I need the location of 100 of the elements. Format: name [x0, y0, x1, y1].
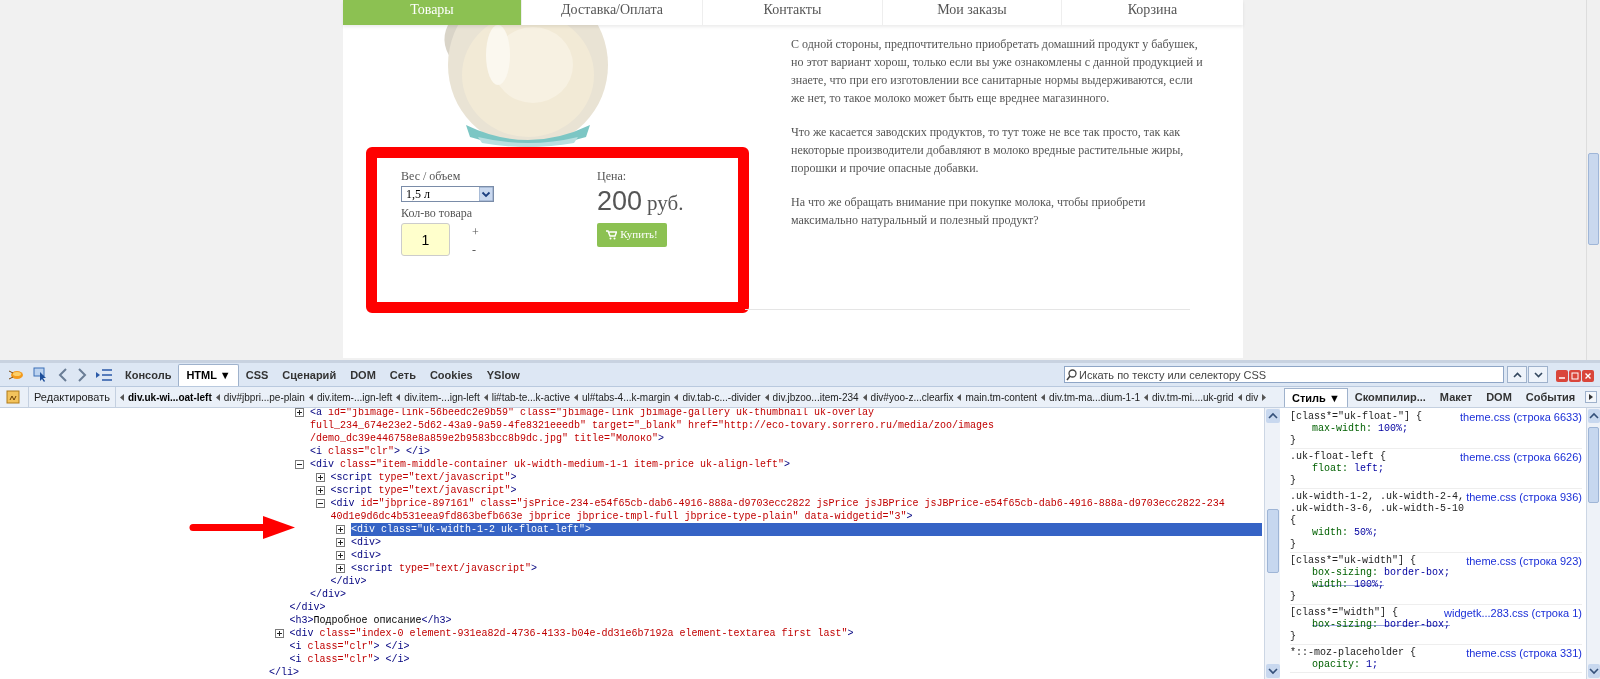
paragraph: На что же обращать внимание при покупке молока, чтобы приобрети максимально натуральный и полезный продукт? [791, 194, 1146, 229]
minimize-icon[interactable] [1556, 370, 1568, 382]
html-node[interactable]: <script type="text/javascript"> [351, 562, 1264, 575]
html-node[interactable]: <div> [351, 549, 1264, 562]
toolbar-tab[interactable]: Сеть [382, 364, 423, 386]
source-link[interactable]: theme.css (строка 936) [1466, 491, 1582, 503]
toolbar-tab[interactable]: DOM [343, 364, 383, 386]
scroll-thumb[interactable] [1266, 509, 1279, 573]
more-icon[interactable] [1262, 393, 1267, 401]
overflow-icon[interactable] [1585, 391, 1597, 403]
html-node[interactable]: <div> [351, 536, 1264, 549]
panel-tab[interactable]: Стиль ▼ [1284, 388, 1348, 407]
css-selector: .uk-width-3-6, .uk-width-5-10 [1290, 503, 1465, 515]
css-property: box-sizing: border-box; [1311, 567, 1451, 579]
toolbar-tab[interactable]: Консоль [118, 364, 179, 386]
html-node[interactable]: <div class="item-middle-container uk-width-medium-1-1 item-price uk-align-left"> [310, 458, 1264, 471]
volume-select[interactable]: 1,5 л [401, 186, 494, 202]
restore-icon[interactable] [1569, 370, 1581, 382]
breadcrumb[interactable]: div.tm-ma...dium-1-1 [1048, 389, 1142, 405]
back-icon[interactable] [58, 367, 68, 382]
breadcrumb[interactable]: div [1244, 389, 1260, 405]
scrollbar[interactable] [1264, 408, 1280, 679]
closing-tag: </div> [289, 601, 1264, 614]
breadcrumb[interactable]: div#yoo-z...clearfix [869, 389, 955, 405]
html-node[interactable]: <i class="clr"> </i> [289, 653, 1264, 666]
decrement-button[interactable]: - [472, 241, 479, 259]
html-node[interactable]: <i class="clr"> </i> [310, 445, 1264, 458]
toolbar-tab[interactable]: HTML ▼ [178, 364, 239, 386]
html-node[interactable]: <a id="jbimage-link-56beedc2e9b59" class="jbimage-link jbimage-gallery uk-thumbnail uk-overlay full_234_674e23e2-5d62-43a9-9a59-4fe8321eeedb" target="_blank" href="http://eco-tovary.sorrero.ru/media/zoo/images /demo_dc39e446758e8a859e2b9583bcc8b9dc.jpg" title="Молоко"> [310, 408, 1264, 445]
down-icon[interactable] [1265, 664, 1280, 678]
html-node[interactable]: <script type="text/javascript"> [330, 471, 1264, 484]
close-icon[interactable] [1582, 370, 1594, 382]
panel-tab[interactable]: События [1518, 388, 1583, 407]
html-node[interactable]: <div class="index-0 element-931ea82d-4736-4133-b04e-dd31e6b7192a element-textarea first last"> [289, 627, 1264, 640]
scroll-thumb[interactable] [1588, 153, 1599, 245]
down-icon[interactable] [1587, 664, 1600, 678]
previous-button[interactable] [1507, 366, 1527, 383]
scrollbar[interactable] [1586, 0, 1600, 360]
html-node[interactable]: <div id="jbprice-897161" class="jsPrice-234-e54f65cb-dab6-4916-888a-d9703ecc2822 jsPrice jsJBPrice jsJBPrice-e54f65cb-dab6-4916-888a-d9703ecc2822-234 40d1e9d6dc4b531eea9fd863befb663e jbprice jbprice-tmpl-full jbprice-type-plain" data-widgetid="3"> [330, 497, 1264, 523]
breadcrumb[interactable]: div.jbzoo...item-234 [771, 389, 860, 405]
bug-icon[interactable] [8, 368, 24, 381]
toolbar-tab[interactable]: CSS [238, 364, 276, 386]
expand-icon[interactable] [336, 564, 345, 573]
breadcrumb[interactable]: div.uk-wi...oat-left [127, 389, 213, 405]
html-node[interactable]: <i class="clr"> </i> [289, 640, 1264, 653]
collapse-icon[interactable] [315, 499, 325, 508]
list-icon[interactable] [96, 368, 112, 381]
increment-button[interactable]: + [472, 223, 479, 241]
scrollbar[interactable] [1586, 408, 1600, 679]
breadcrumb[interactable]: div.item-...ign-left [315, 389, 394, 405]
panel-tab[interactable]: Скомпилир... [1347, 388, 1433, 407]
separator-icon [862, 393, 867, 401]
up-icon[interactable] [1265, 409, 1280, 423]
panel-tab[interactable]: DOM [1479, 388, 1519, 407]
breadcrumb[interactable]: ul#tabs-4...k-margin [581, 389, 672, 405]
breadcrumb[interactable]: div.tm-mi....uk-grid [1151, 389, 1235, 405]
scroll-thumb[interactable] [1588, 427, 1599, 503]
collapse-icon[interactable] [295, 460, 304, 469]
closing-tag: </div> [310, 588, 1264, 601]
nav-tab[interactable]: Контакты [702, 0, 882, 25]
breadcrumb[interactable]: main.tm-content [964, 389, 1039, 405]
html-node[interactable]: <div class="uk-width-1-2 uk-float-left"> [351, 523, 1262, 536]
css-property: max-width: 100%; [1311, 423, 1409, 435]
breadcrumb[interactable]: li#tab-te...k-active [490, 389, 572, 405]
breadcrumb[interactable]: div.tab-c...-divider [681, 389, 762, 405]
source-link[interactable]: theme.css (строка 6626) [1460, 451, 1582, 463]
expand-icon[interactable] [336, 551, 345, 560]
expand-icon[interactable] [295, 408, 304, 417]
html-node[interactable]: <script type="text/javascript"> [330, 484, 1264, 497]
separator-icon [1041, 393, 1046, 401]
nav-tab[interactable]: Мои заказы [882, 0, 1061, 25]
edit-icon[interactable] [6, 390, 20, 404]
source-link[interactable]: theme.css (строка 923) [1466, 555, 1582, 567]
expand-icon[interactable] [315, 473, 325, 482]
toolbar-tab[interactable]: Cookies [422, 364, 480, 386]
source-link[interactable]: widgetk...283.css (строка 1) [1444, 607, 1582, 619]
source-link[interactable]: theme.css (строка 6633) [1460, 411, 1582, 423]
forward-icon[interactable] [77, 367, 87, 382]
up-icon[interactable] [1587, 409, 1600, 423]
edit-button[interactable]: Редактировать [28, 387, 116, 407]
expand-icon[interactable] [336, 538, 345, 547]
search-field[interactable]: Искать по тексту или селектору CSS [1064, 366, 1504, 383]
cart-icon [606, 229, 618, 240]
breadcrumb[interactable]: div.item-...ign-left [403, 389, 481, 405]
toolbar-tab[interactable]: YSlow [479, 364, 527, 386]
source-link[interactable]: theme.css (строка 331) [1466, 647, 1582, 659]
expand-icon[interactable] [315, 486, 325, 495]
css-selector: [class*="uk-width"] { [1290, 555, 1417, 567]
toolbar-tab[interactable]: Сценарий [275, 364, 344, 386]
html-node[interactable]: <h3>Подробное описание</h3> [289, 614, 1264, 627]
nav-tab[interactable]: Доставка/Оплата [521, 0, 702, 25]
nav-tab[interactable]: Корзина [1061, 0, 1243, 25]
breadcrumb[interactable]: div#jbpri...pe-plain [222, 389, 306, 405]
next-button[interactable] [1528, 366, 1548, 383]
panel-tab[interactable]: Макет [1432, 388, 1480, 407]
inspect-icon[interactable] [33, 367, 49, 382]
expand-icon[interactable] [274, 629, 284, 638]
quantity-field[interactable]: 1 [401, 223, 450, 256]
expand-icon[interactable] [336, 525, 345, 534]
css-selector: *::-moz-placeholder { [1290, 647, 1417, 659]
